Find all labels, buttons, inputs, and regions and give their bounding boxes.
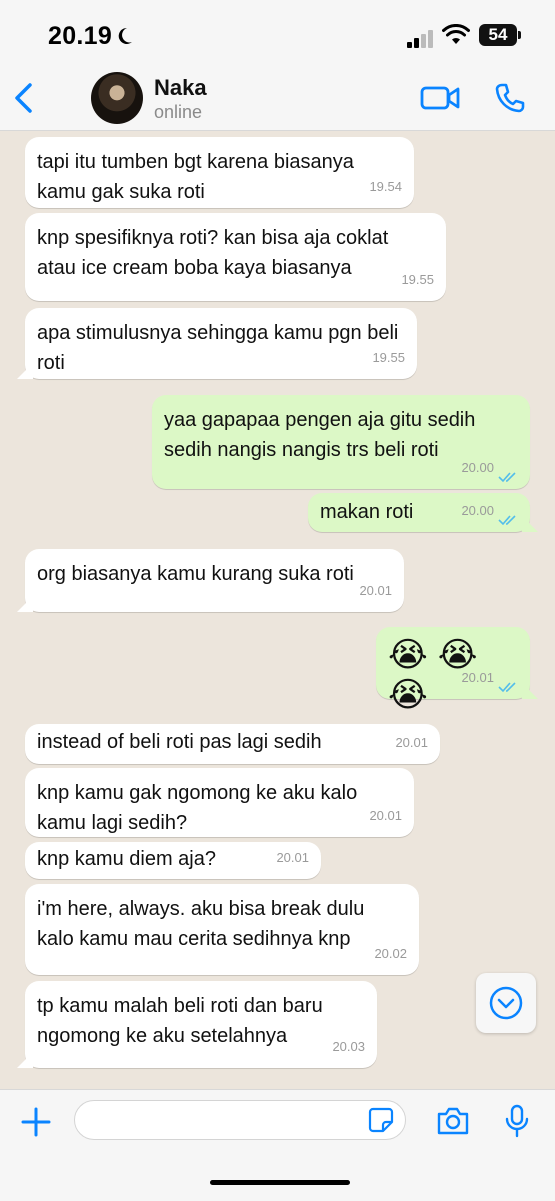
- chevron-left-icon[interactable]: [12, 82, 36, 114]
- message-bubble-outgoing[interactable]: 😭😭😭 20.01: [376, 627, 530, 714]
- contact-status: online: [154, 102, 203, 122]
- message-time: 19.55: [372, 350, 405, 365]
- message-text: i'm here, always. aku bisa break dulu ka…: [37, 898, 365, 950]
- message-bubble-incoming[interactable]: i'm here, always. aku bisa break dulu ka…: [25, 884, 419, 975]
- message-list[interactable]: tapi itu tumben bgt karena biasanya kamu…: [0, 131, 555, 1089]
- message-time: 20.02: [374, 946, 407, 961]
- microphone-icon[interactable]: [505, 1104, 529, 1138]
- camera-icon[interactable]: [436, 1106, 470, 1136]
- moon-icon: [118, 27, 132, 44]
- message-time: 20.01: [276, 850, 309, 865]
- message-text: knp kamu diem aja?: [37, 848, 216, 870]
- double-check-icon: [498, 515, 516, 526]
- message-text: instead of beli roti pas lagi sedih: [37, 731, 322, 753]
- message-text: apa stimulusnya sehingga kamu pgn beli r…: [37, 322, 399, 374]
- battery-indicator: 54: [479, 24, 517, 46]
- message-bubble-incoming[interactable]: knp spesifiknya roti? kan bisa aja cokla…: [25, 213, 446, 301]
- home-indicator: [210, 1180, 350, 1185]
- plus-icon[interactable]: [20, 1106, 52, 1138]
- message-bubble-outgoing[interactable]: yaa gapapaa pengen aja gitu sedih sedih …: [152, 395, 530, 489]
- message-text: tp kamu malah beli roti dan baru ngomong…: [37, 995, 323, 1047]
- message-time: 20.03: [332, 1039, 365, 1054]
- message-time: 19.54: [369, 179, 402, 194]
- cellular-signal-icon: [407, 30, 433, 48]
- status-bar: 20.19 54: [0, 0, 555, 66]
- chevron-down-icon: [489, 986, 523, 1020]
- message-time: 19.55: [401, 272, 434, 287]
- message-text: knp kamu gak ngomong ke aku kalo kamu la…: [37, 782, 358, 834]
- message-bubble-incoming[interactable]: knp kamu diem aja? 20.01: [25, 842, 321, 879]
- message-bubble-outgoing[interactable]: makan roti 20.00: [308, 493, 530, 532]
- message-time: 20.01: [461, 670, 494, 685]
- avatar[interactable]: [91, 72, 143, 124]
- double-check-icon: [498, 682, 516, 693]
- scroll-to-bottom-button[interactable]: [476, 973, 536, 1033]
- message-bubble-incoming[interactable]: apa stimulusnya sehingga kamu pgn beli r…: [25, 308, 417, 379]
- message-bubble-incoming[interactable]: knp kamu gak ngomong ke aku kalo kamu la…: [25, 768, 414, 837]
- battery-nub: [518, 31, 521, 39]
- contact-name[interactable]: Naka: [154, 75, 207, 101]
- message-text: tapi itu tumben bgt karena biasanya kamu…: [37, 151, 354, 203]
- wifi-icon: [442, 24, 470, 44]
- chat-header: Naka online: [0, 66, 555, 131]
- message-time: 20.01: [369, 808, 402, 823]
- double-check-icon: [498, 472, 516, 483]
- message-bubble-incoming[interactable]: org biasanya kamu kurang suka roti 20.01: [25, 549, 404, 612]
- message-time: 20.01: [359, 583, 392, 598]
- message-text: knp spesifiknya roti? kan bisa aja cokla…: [37, 227, 389, 279]
- message-time: 20.01: [395, 735, 428, 750]
- message-input[interactable]: [74, 1100, 406, 1140]
- message-bubble-incoming[interactable]: tapi itu tumben bgt karena biasanya kamu…: [25, 137, 414, 208]
- message-time: 20.00: [461, 503, 494, 518]
- message-text: makan roti: [320, 501, 414, 523]
- message-bubble-incoming[interactable]: tp kamu malah beli roti dan baru ngomong…: [25, 981, 377, 1068]
- status-time: 20.19: [48, 22, 113, 50]
- sticker-icon[interactable]: [368, 1107, 394, 1133]
- message-text: org biasanya kamu kurang suka roti: [37, 563, 354, 585]
- message-text: yaa gapapaa pengen aja gitu sedih sedih …: [164, 409, 476, 461]
- video-camera-icon[interactable]: [420, 84, 460, 112]
- message-bubble-incoming[interactable]: instead of beli roti pas lagi sedih 20.0…: [25, 724, 440, 764]
- message-time: 20.00: [461, 460, 494, 475]
- phone-icon[interactable]: [494, 82, 526, 114]
